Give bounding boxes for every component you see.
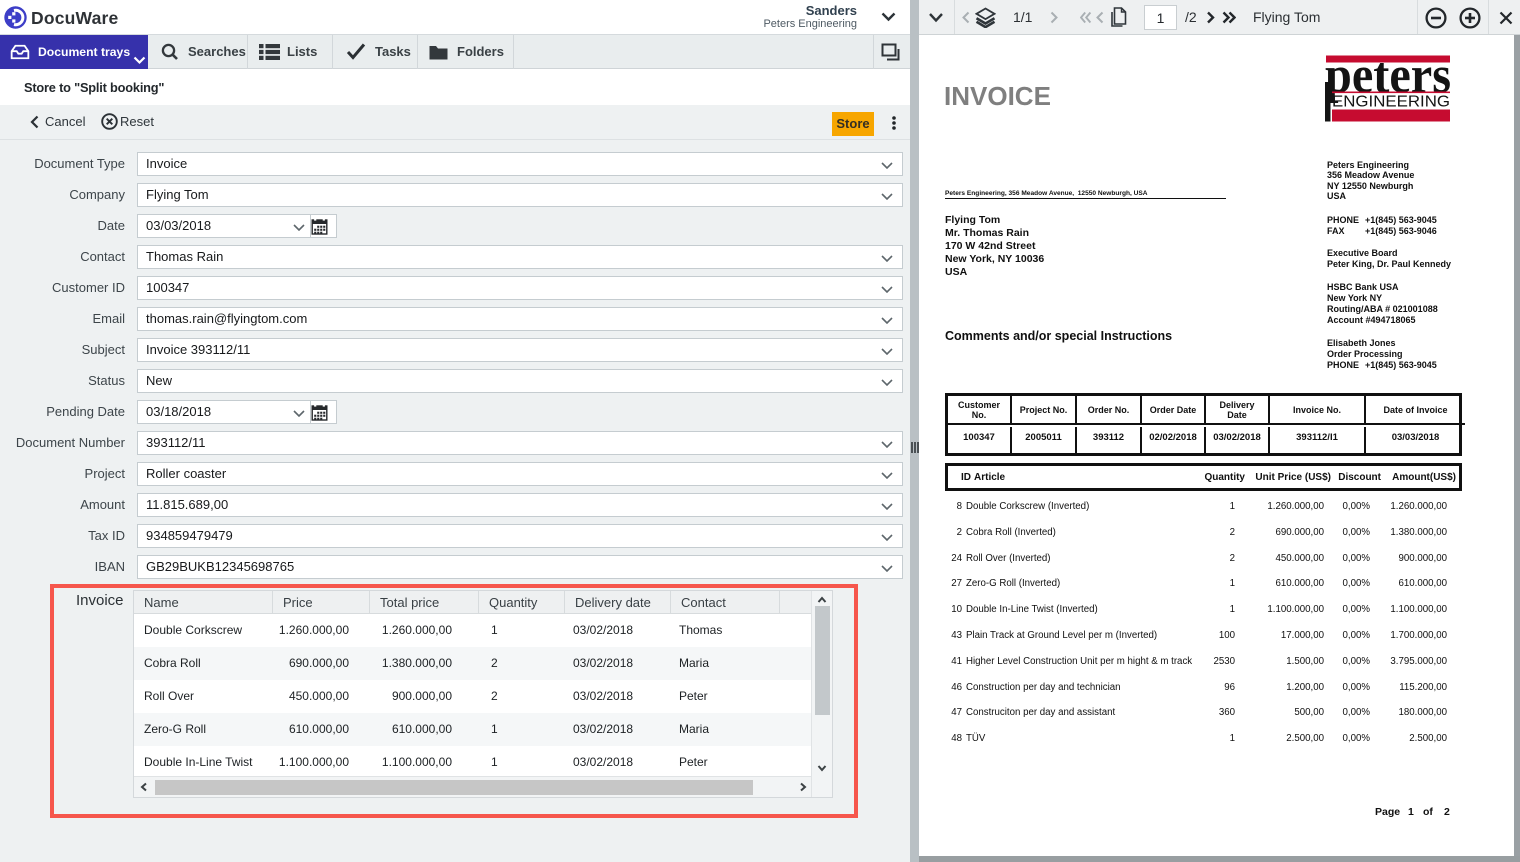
svg-text:ENGINEERING: ENGINEERING	[1332, 94, 1450, 111]
